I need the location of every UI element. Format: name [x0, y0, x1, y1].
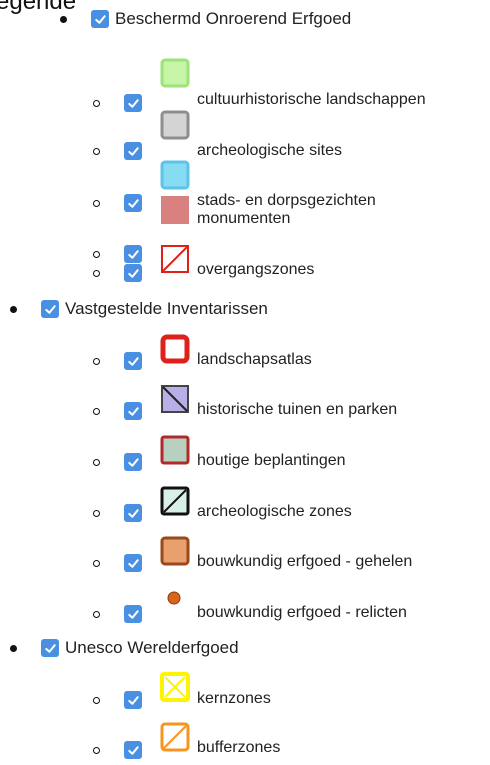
- bullet-circle: [93, 610, 100, 618]
- checkbox-historische-tuinen[interactable]: [124, 402, 142, 420]
- legend-item-bouwkundig-gehelen: [93, 548, 142, 578]
- bullet-circle: [93, 509, 100, 517]
- bullet-disc: [10, 305, 17, 313]
- bullet-circle: [93, 99, 100, 107]
- legend-item-houtige-beplantingen: [93, 447, 142, 477]
- sage-square-icon: [160, 435, 190, 465]
- rose-square-icon: [160, 195, 190, 225]
- item-label: archeologische sites: [197, 142, 342, 159]
- legend-item-bufferzones: [93, 735, 142, 765]
- item-label: historische tuinen en parken: [197, 401, 398, 418]
- legend-item-archeologische-zones: [93, 498, 142, 528]
- item-label: archeologische zones: [197, 503, 352, 520]
- legend-item-overgangszones: [93, 258, 142, 288]
- bullet-circle: [93, 696, 100, 704]
- legend-item-historische-tuinen: [93, 396, 142, 426]
- checkbox-bouwkundig-relicten[interactable]: [124, 605, 142, 623]
- bullet-circle: [93, 147, 100, 155]
- legend-item-bouwkundig-relicten: [93, 599, 142, 629]
- checkbox-archeologische-sites[interactable]: [124, 142, 142, 160]
- red-outline-square-icon: [160, 334, 190, 364]
- checkbox-cultuurhistorische[interactable]: [124, 94, 142, 112]
- bullet-circle: [93, 250, 100, 258]
- checkbox-vastgestelde[interactable]: [41, 300, 59, 318]
- legend-group-beschermd: Beschermd Onroerend Erfgoed: [60, 4, 351, 34]
- item-label: cultuurhistorische landschappen: [197, 91, 426, 108]
- group-label: Vastgestelde Inventarissen: [65, 299, 268, 318]
- orange-diagonal-square-icon: [160, 722, 190, 752]
- group-label: Unesco Werelderfgoed: [65, 638, 239, 657]
- orange-dot-icon: [164, 588, 184, 608]
- checkbox-bouwkundig-gehelen[interactable]: [124, 554, 142, 572]
- item-label: bouwkundig erfgoed - relicten: [197, 604, 407, 621]
- checkbox-landschapsatlas[interactable]: [124, 352, 142, 370]
- bullet-circle: [93, 199, 100, 207]
- checkbox-kernzones[interactable]: [124, 691, 142, 709]
- bullet-circle: [93, 357, 100, 365]
- checkbox-bufferzones[interactable]: [124, 741, 142, 759]
- yellow-cross-square-icon: [160, 672, 190, 702]
- legend-item-cultuurhistorische: [93, 88, 142, 118]
- legend-item-kernzones: [93, 685, 142, 715]
- item-label: houtige beplantingen: [197, 452, 346, 469]
- light-blue-square-icon: [160, 160, 190, 190]
- black-diagonal-square-icon: [160, 486, 190, 516]
- bullet-circle: [93, 458, 100, 466]
- checkbox-houtige-beplantingen[interactable]: [124, 453, 142, 471]
- checkbox-stadsgezichten[interactable]: [124, 194, 142, 212]
- bullet-circle: [93, 407, 100, 415]
- red-diagonal-square-icon: [160, 244, 190, 274]
- orange-brown-square-icon: [160, 536, 190, 566]
- gray-square-icon: [160, 110, 190, 140]
- purple-diagonal-square-icon: [160, 384, 190, 414]
- checkbox-archeologische-zones[interactable]: [124, 504, 142, 522]
- legend-group-unesco: Unesco Werelderfgoed: [10, 633, 239, 663]
- checkbox-beschermd[interactable]: [91, 10, 109, 28]
- item-label: bouwkundig erfgoed - gehelen: [197, 553, 413, 570]
- bullet-disc: [60, 15, 67, 23]
- legend-item-stadsgezichten: [93, 188, 142, 218]
- checkbox-overgangszones[interactable]: [124, 264, 142, 282]
- bullet-circle: [93, 746, 100, 754]
- legend-item-archeologische-sites: [93, 136, 142, 166]
- legend-group-vastgestelde: Vastgestelde Inventarissen: [10, 294, 268, 324]
- light-green-square-icon: [160, 58, 190, 88]
- item-label: overgangszones: [197, 261, 315, 278]
- checkbox-unesco[interactable]: [41, 639, 59, 657]
- legend-item-landschapsatlas: [93, 346, 142, 376]
- group-label: Beschermd Onroerend Erfgoed: [115, 9, 352, 28]
- bullet-disc: [10, 644, 17, 652]
- bullet-circle: [93, 269, 100, 277]
- item-label: bufferzones: [197, 739, 281, 756]
- item-label: monumenten: [197, 210, 291, 227]
- item-label: landschapsatlas: [197, 351, 312, 368]
- item-label: kernzones: [197, 690, 271, 707]
- bullet-circle: [93, 559, 100, 567]
